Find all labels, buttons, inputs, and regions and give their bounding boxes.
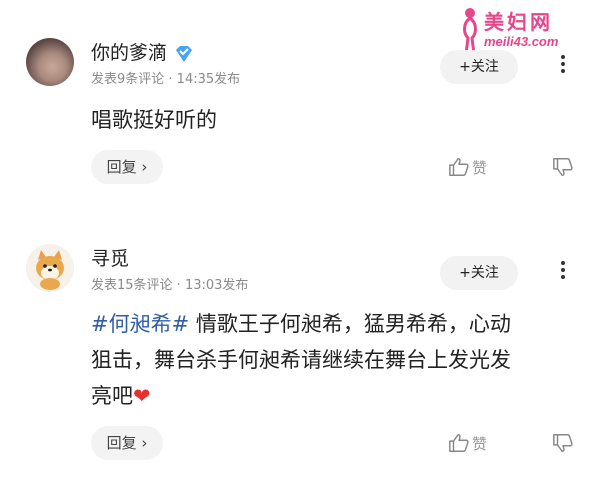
thumbs-down-icon xyxy=(553,434,573,452)
username[interactable]: 你的爹滴 xyxy=(91,38,195,65)
like-button[interactable]: 赞 xyxy=(448,156,508,180)
more-options-icon[interactable] xyxy=(556,52,570,82)
comment-text-line: 狙击，舞台杀手何昶希请继续在舞台上发光发 xyxy=(91,348,511,372)
comment-text-line: 亮吧 xyxy=(91,384,133,408)
thumbs-down-icon xyxy=(553,158,573,176)
hashtag-link[interactable]: #何昶希# xyxy=(91,312,189,336)
verified-badge-icon xyxy=(176,45,193,62)
username[interactable]: 寻觅 xyxy=(91,244,129,271)
follow-button[interactable]: +关注 xyxy=(440,50,518,84)
like-button[interactable]: 赞 xyxy=(448,432,508,456)
username-text[interactable]: 你的爹滴 xyxy=(91,42,167,64)
watermark-figure-icon xyxy=(463,8,477,55)
dislike-button[interactable] xyxy=(552,432,576,456)
watermark-title: 美妇网 xyxy=(484,10,553,34)
heart-emoji-icon: ❤ xyxy=(133,384,151,408)
comment-meta: 发表15条评论 · 13:03发布 xyxy=(91,278,249,293)
shiba-avatar-icon xyxy=(26,244,74,292)
like-label: 赞 xyxy=(472,158,488,177)
comment-meta: 发表9条评论 · 14:35发布 xyxy=(91,72,241,87)
comment-text: #何昶希# 情歌王子何昶希，猛男希希，心动 狙击，舞台杀手何昶希请继续在舞台上发… xyxy=(91,306,581,414)
avatar[interactable] xyxy=(26,38,74,86)
comment-text: 唱歌挺好听的 xyxy=(91,102,581,138)
follow-button[interactable]: +关注 xyxy=(440,256,518,290)
reply-button[interactable]: 回复 › xyxy=(91,426,163,460)
more-options-icon[interactable] xyxy=(556,258,570,288)
avatar[interactable] xyxy=(26,244,74,292)
dislike-button[interactable] xyxy=(552,156,576,180)
watermark-logo: 美妇网 meili43.com xyxy=(458,6,588,56)
comment-text-line: 唱歌挺好听的 xyxy=(91,108,217,132)
watermark-url: meili43.com xyxy=(484,34,559,49)
comment-text-line: 情歌王子何昶希，猛男希希，心动 xyxy=(189,312,511,336)
like-label: 赞 xyxy=(472,434,488,453)
reply-button[interactable]: 回复 › xyxy=(91,150,163,184)
thumbs-up-icon xyxy=(449,158,469,176)
thumbs-up-icon xyxy=(449,434,469,452)
